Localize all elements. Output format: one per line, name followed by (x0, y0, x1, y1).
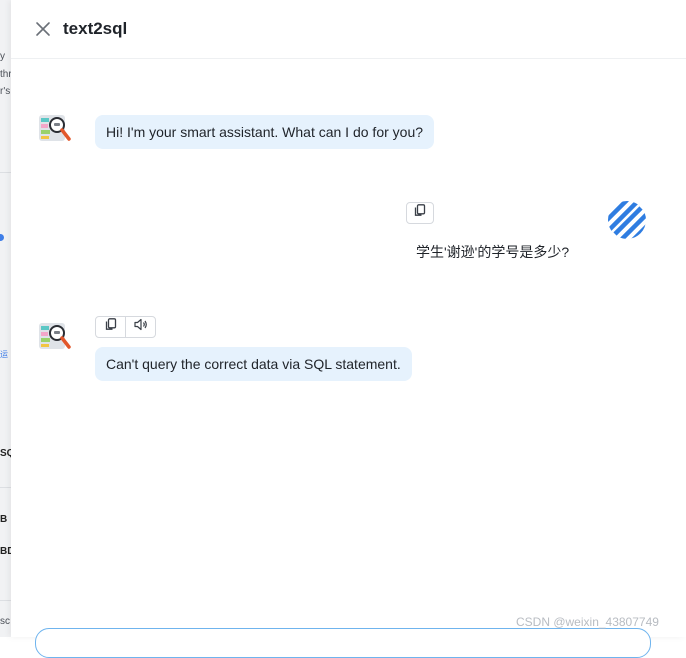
bot-message-bubble: Hi! I'm your smart assistant. What can I… (95, 115, 435, 149)
copy-button[interactable] (96, 317, 125, 337)
user-message-text: 学生'谢逊'的学号是多少? (416, 244, 570, 260)
close-icon[interactable] (35, 21, 51, 37)
message-toolbar (95, 316, 156, 338)
speaker-icon (133, 318, 148, 336)
copy-button[interactable] (406, 202, 434, 224)
user-avatar (607, 200, 647, 240)
background-divider (0, 172, 11, 173)
bot-avatar (37, 318, 73, 354)
background-text-fragment: r's (0, 86, 11, 97)
copy-icon (105, 318, 117, 336)
bot-avatar (37, 110, 73, 146)
background-text-fragment: y (0, 51, 5, 62)
bot-message-bubble: Can't query the correct data via SQL sta… (95, 347, 412, 381)
background-text-fragment: thr (0, 69, 12, 80)
background-text-fragment: 运 (0, 350, 8, 359)
chat-input[interactable] (35, 628, 651, 658)
chat-drawer: text2sql Hi! I'm your smart assistant. W… (11, 0, 686, 658)
read-aloud-button[interactable] (125, 317, 155, 337)
drawer-title: text2sql (63, 19, 128, 38)
background-text-fragment: sc (0, 616, 10, 627)
background-text-fragment: B (0, 514, 8, 525)
drawer-header: text2sql (11, 0, 686, 59)
background-marker (0, 234, 4, 241)
background-divider (0, 600, 11, 601)
background-divider (0, 487, 11, 488)
watermark: CSDN @weixin_43807749 (516, 615, 659, 629)
copy-icon (414, 204, 426, 222)
